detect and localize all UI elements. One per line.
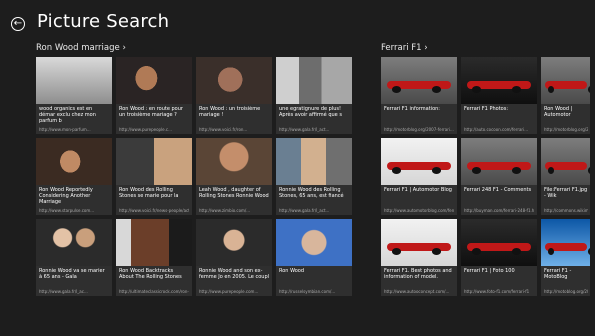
result-url: http://www.zimbio.com/... (199, 208, 251, 213)
result-thumbnail (196, 138, 272, 185)
result-url: http://motoblog.org/2009/0... (544, 289, 588, 294)
result-caption: Leah Wood , daughter of Rolling Stones R… (199, 187, 269, 199)
result-thumbnail (461, 219, 537, 266)
result-caption: Ferrari F1 | Automotor Blog (384, 187, 452, 193)
result-thumbnail (36, 219, 112, 266)
result-thumbnail (116, 219, 192, 266)
group-heading-ferrari[interactable]: Ferrari F1 › (381, 43, 428, 53)
result-url: http://www.gala.fr/l_act... (279, 208, 330, 213)
result-caption: une egratignure de plus! Après avoir aff… (279, 106, 342, 118)
result-thumbnail (381, 138, 457, 185)
result-thumbnail (541, 57, 590, 104)
result-thumbnail (461, 138, 537, 185)
ferrari-image-grid: Ferrari F1 information: http://motorblog.… (381, 57, 590, 296)
result-url: http://ultimateclassicrock.com/ron-... (119, 289, 189, 294)
result-caption: Ferrari F1 Photos: (464, 106, 508, 112)
result-url: http://russelsymbian.com/... (279, 289, 336, 294)
group-heading-ron-wood[interactable]: Ron Wood marriage › (36, 43, 126, 53)
image-result-tile[interactable]: Ronnie Wood va se marier à 65 ans - Gala… (36, 219, 112, 296)
result-url: http://www.purepeople.c... (119, 127, 172, 132)
image-result-tile[interactable]: File:Ferrari F1.jpg - Wik http://commons.… (541, 138, 590, 215)
result-caption: Ron Wood des Rolling Stones se marie pou… (119, 187, 179, 199)
result-caption: Ferrari F1 information: (384, 106, 440, 112)
result-thumbnail (276, 219, 352, 266)
result-caption: File:Ferrari F1.jpg - Wik (544, 187, 588, 199)
image-result-tile[interactable]: Ron Wood | Automotor http://motorblog.org… (541, 57, 590, 134)
result-url: http://www.gala.fr/l_act... (279, 127, 330, 132)
result-url: http://www.automotorblog.com/ferrari... (384, 208, 454, 213)
result-caption: Ron Wood : un troisième mariage ! (199, 106, 261, 118)
picture-search-window: ← Picture Search Ron Wood marriage › woo… (3, 3, 590, 332)
image-result-tile[interactable]: Ron Wood http://russelsymbian.com/... (276, 219, 352, 296)
result-thumbnail (196, 57, 272, 104)
result-url: http://www.foto-f1.com/ferrari-f1 (464, 289, 530, 294)
result-caption: Ferrari F1 | Foto 100 (464, 268, 515, 274)
result-url: http://buyman.com/ferrari-248-f1.htm (464, 208, 534, 213)
result-url: http://www.purepeople.com... (199, 289, 259, 294)
result-caption: Ronnie Wood and son ex-femme Jo en 2005.… (199, 268, 269, 280)
image-result-tile[interactable]: Ron Wood Reportedly Considering Another … (36, 138, 112, 215)
ron-wood-image-grid: wood organics est en démar exclu chez mo… (36, 57, 352, 296)
image-result-tile[interactable]: Ferrari F1. Best photos and information … (381, 219, 457, 296)
image-result-tile[interactable]: Ronnie Wood and son ex-femme Jo en 2005.… (196, 219, 272, 296)
result-url: http://commons.wikimedia.org (544, 208, 588, 213)
result-url: http://www.voici.fr/news-people/actu... (119, 208, 189, 213)
page-title: Picture Search (37, 11, 170, 32)
result-url: http://motorblog.org/2007-ferrari... (384, 127, 454, 132)
result-thumbnail (381, 57, 457, 104)
result-caption: Ferrari F1. Best photos and information … (384, 268, 452, 280)
image-result-tile[interactable]: Ferrari 248 F1 - Comments http://buyman.c… (461, 138, 537, 215)
image-result-tile[interactable]: wood organics est en démar exclu chez mo… (36, 57, 112, 134)
result-url: http://www.gala.fr/l_ac... (39, 289, 88, 294)
result-caption: Ron Wood | Automotor (544, 106, 573, 118)
result-caption: Ronnie Wood des Rolling Stones, 65 ans, … (279, 187, 344, 199)
back-arrow-icon[interactable]: ← (11, 17, 25, 31)
result-thumbnail (36, 138, 112, 185)
result-caption: Ferrari 248 F1 - Comments (464, 187, 532, 193)
result-url: http://auto.cocoon.com/ferrari... (464, 127, 529, 132)
result-url: http://www.autooconcept.com/... (384, 289, 450, 294)
result-caption: Ronnie Wood va se marier à 65 ans - Gala (39, 268, 105, 280)
result-thumbnail (116, 57, 192, 104)
result-url: http://www.mon-parfum... (39, 127, 91, 132)
result-caption: Ferrari F1 - MotoBlog (544, 268, 572, 280)
result-thumbnail (541, 138, 590, 185)
result-thumbnail (276, 57, 352, 104)
image-result-tile[interactable]: une egratignure de plus! Après avoir aff… (276, 57, 352, 134)
image-result-tile[interactable]: Ron Wood des Rolling Stones se marie pou… (116, 138, 192, 215)
result-thumbnail (541, 219, 590, 266)
result-thumbnail (276, 138, 352, 185)
result-url: http://motorblog.org/2008... (544, 127, 588, 132)
result-thumbnail (461, 57, 537, 104)
image-result-tile[interactable]: Ferrari F1 | Automotor Blog http://www.au… (381, 138, 457, 215)
result-thumbnail (381, 219, 457, 266)
result-caption: Ron Wood (279, 268, 305, 274)
result-url: http://www.starpulse.com... (39, 208, 95, 213)
result-thumbnail (116, 138, 192, 185)
image-result-tile[interactable]: Ferrari F1 information: http://motorblog.… (381, 57, 457, 134)
image-result-tile[interactable]: Ferrari F1 | Foto 100 http://www.foto-f1.… (461, 219, 537, 296)
image-result-tile[interactable]: Ron Wood Backtracks About The Rolling St… (116, 219, 192, 296)
result-caption: Ron Wood : en route pour un troisième ma… (119, 106, 183, 118)
result-caption: Ron Wood Backtracks About The Rolling St… (119, 268, 182, 280)
image-result-tile[interactable]: Leah Wood , daughter of Rolling Stones R… (196, 138, 272, 215)
result-thumbnail (36, 57, 112, 104)
image-result-tile[interactable]: Ferrari F1 Photos: http://auto.cocoon.com… (461, 57, 537, 134)
result-thumbnail (196, 219, 272, 266)
image-result-tile[interactable]: Ron Wood : un troisième mariage ! http://… (196, 57, 272, 134)
result-caption: wood organics est en démar exclu chez mo… (39, 106, 96, 124)
result-url: http://www.voici.fr/ron... (199, 127, 248, 132)
image-result-tile[interactable]: Ron Wood : en route pour un troisième ma… (116, 57, 192, 134)
image-result-tile[interactable]: Ferrari F1 - MotoBlog http://motoblog.org… (541, 219, 590, 296)
image-result-tile[interactable]: Ronnie Wood des Rolling Stones, 65 ans, … (276, 138, 352, 215)
result-caption: Ron Wood Reportedly Considering Another … (39, 187, 93, 205)
